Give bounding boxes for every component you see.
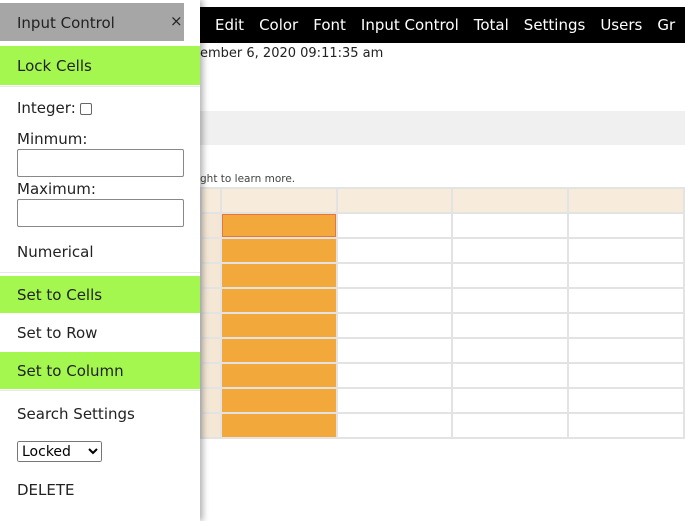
- menu-users[interactable]: Users: [600, 16, 642, 34]
- grid-cell[interactable]: [335, 262, 454, 289]
- grid-cell[interactable]: [567, 262, 685, 289]
- integer-row: Integer:: [17, 99, 92, 117]
- set-to-column-button[interactable]: Set to Column: [0, 352, 200, 389]
- grid-cell[interactable]: [219, 212, 338, 239]
- column-header[interactable]: [219, 187, 338, 214]
- table-row: [200, 412, 685, 439]
- grid-cell[interactable]: [451, 262, 570, 289]
- grid-cell[interactable]: [567, 387, 685, 414]
- grid-cell[interactable]: [219, 387, 338, 414]
- timestamp: ember 6, 2020 09:11:35 am: [200, 46, 384, 61]
- menu-settings[interactable]: Settings: [524, 16, 586, 34]
- menu-color[interactable]: Color: [259, 16, 298, 34]
- lock-cells-button[interactable]: Lock Cells: [0, 46, 200, 85]
- grid-cell[interactable]: [451, 312, 570, 339]
- table-row: [200, 212, 685, 239]
- maximum-input[interactable]: [17, 199, 184, 227]
- grid-cell[interactable]: [451, 337, 570, 364]
- menu-font[interactable]: Font: [313, 16, 346, 34]
- column-header[interactable]: [567, 187, 685, 214]
- grid-cell[interactable]: [335, 212, 454, 239]
- grid-cell[interactable]: [567, 362, 685, 389]
- menu-total[interactable]: Total: [474, 16, 509, 34]
- grid-cell[interactable]: [567, 312, 685, 339]
- table-row: [200, 237, 685, 264]
- top-menu-bar: Edit Color Font Input Control Total Sett…: [200, 7, 685, 43]
- search-settings-button[interactable]: Search Settings: [0, 396, 200, 432]
- grid-cell[interactable]: [335, 287, 454, 314]
- grid-cell[interactable]: [451, 362, 570, 389]
- grid-cell[interactable]: [335, 337, 454, 364]
- grid-cell[interactable]: [335, 312, 454, 339]
- spreadsheet-grid: [200, 187, 685, 439]
- grid-cell[interactable]: [335, 237, 454, 264]
- row-header[interactable]: [200, 187, 222, 214]
- row-header[interactable]: [200, 362, 222, 389]
- numerical-button[interactable]: Numerical: [0, 234, 200, 270]
- table-row: [200, 312, 685, 339]
- grid-cell[interactable]: [451, 287, 570, 314]
- column-header[interactable]: [451, 187, 570, 214]
- table-row: [200, 362, 685, 389]
- grid-cell[interactable]: [567, 212, 685, 239]
- grid-cell[interactable]: [335, 412, 454, 439]
- grid-cell[interactable]: [451, 412, 570, 439]
- column-header[interactable]: [335, 187, 454, 214]
- grid-cell[interactable]: [567, 287, 685, 314]
- grid-cell[interactable]: [219, 237, 338, 264]
- grid-cell[interactable]: [567, 237, 685, 264]
- row-header[interactable]: [200, 237, 222, 264]
- menu-input-control[interactable]: Input Control: [361, 16, 459, 34]
- row-header[interactable]: [200, 212, 222, 239]
- hint-text: ght to learn more.: [200, 173, 296, 185]
- grid-cell[interactable]: [567, 337, 685, 364]
- grid-cell[interactable]: [451, 387, 570, 414]
- menu-gr[interactable]: Gr: [657, 16, 675, 34]
- integer-checkbox[interactable]: [79, 102, 92, 115]
- grid-cell[interactable]: [451, 212, 570, 239]
- grid-cell[interactable]: [451, 237, 570, 264]
- grid-cell[interactable]: [219, 337, 338, 364]
- grid-cell[interactable]: [335, 362, 454, 389]
- grid-cell[interactable]: [335, 387, 454, 414]
- minimum-input[interactable]: [17, 149, 184, 177]
- grid-cell[interactable]: [219, 362, 338, 389]
- minimum-label: Minmum:: [17, 130, 88, 148]
- toolbar-band: [200, 111, 685, 145]
- set-to-cells-button[interactable]: Set to Cells: [0, 276, 200, 313]
- table-row: [200, 337, 685, 364]
- table-row: [200, 287, 685, 314]
- grid-cell[interactable]: [219, 312, 338, 339]
- grid-cell[interactable]: [219, 262, 338, 289]
- row-header[interactable]: [200, 312, 222, 339]
- grid-cell[interactable]: [219, 287, 338, 314]
- panel-title: Input Control: [0, 3, 184, 41]
- input-control-panel: Input Control × Lock Cells Integer: Minm…: [0, 0, 200, 521]
- delete-button[interactable]: DELETE: [0, 472, 200, 508]
- row-header[interactable]: [200, 387, 222, 414]
- lock-mode-select[interactable]: Locked: [17, 441, 102, 462]
- set-to-row-button[interactable]: Set to Row: [0, 314, 200, 351]
- header-row: [200, 187, 685, 214]
- integer-label: Integer:: [17, 99, 76, 117]
- table-row: [200, 387, 685, 414]
- grid-cell[interactable]: [567, 412, 685, 439]
- close-icon[interactable]: ×: [170, 12, 183, 30]
- row-header[interactable]: [200, 287, 222, 314]
- maximum-label: Maximum:: [17, 180, 96, 198]
- row-header[interactable]: [200, 412, 222, 439]
- grid-cell[interactable]: [219, 412, 338, 439]
- row-header[interactable]: [200, 337, 222, 364]
- row-header[interactable]: [200, 262, 222, 289]
- menu-edit[interactable]: Edit: [215, 16, 244, 34]
- table-row: [200, 262, 685, 289]
